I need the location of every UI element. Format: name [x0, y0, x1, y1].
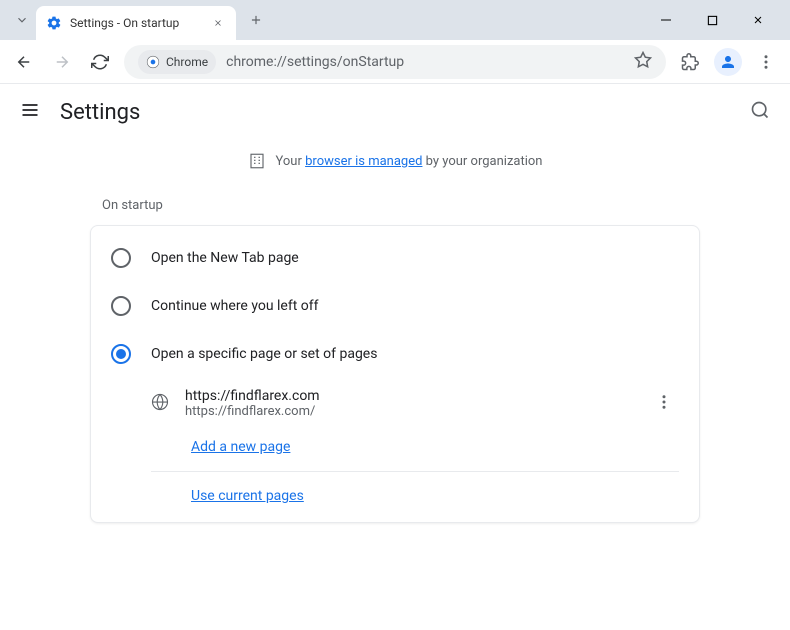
window-titlebar: Settings - On startup	[0, 0, 790, 40]
profile-button[interactable]	[714, 48, 742, 76]
close-window-button[interactable]	[744, 6, 772, 34]
chrome-menu-button[interactable]	[752, 48, 780, 76]
option-continue[interactable]: Continue where you left off	[91, 282, 699, 330]
radio-label: Open a specific page or set of pages	[151, 346, 377, 362]
managed-notice: Your browser is managed by your organiza…	[0, 140, 790, 182]
maximize-button[interactable]	[698, 6, 726, 34]
option-specific-pages[interactable]: Open a specific page or set of pages	[91, 330, 699, 378]
page-title: Settings	[60, 100, 140, 125]
startup-card: Open the New Tab page Continue where you…	[90, 225, 700, 523]
add-page-link[interactable]: Add a new page	[131, 429, 699, 465]
new-tab-button[interactable]	[242, 6, 270, 34]
page-item-menu-button[interactable]	[649, 393, 679, 415]
browser-tab[interactable]: Settings - On startup	[36, 6, 236, 40]
extensions-button[interactable]	[676, 48, 704, 76]
bookmark-star-icon[interactable]	[634, 51, 652, 73]
section-title: On startup	[90, 182, 700, 225]
minimize-button[interactable]	[652, 6, 680, 34]
radio-icon	[111, 296, 131, 316]
managed-suffix: by your organization	[422, 154, 542, 169]
back-button[interactable]	[10, 48, 38, 76]
person-icon	[719, 53, 737, 71]
managed-link[interactable]: browser is managed	[305, 154, 422, 169]
page-info: https://findflarex.com https://findflare…	[185, 388, 633, 419]
forward-button[interactable]	[48, 48, 76, 76]
settings-header: Settings	[0, 84, 790, 140]
address-bar[interactable]: Chrome chrome://settings/onStartup	[124, 45, 666, 79]
page-item-url: https://findflarex.com/	[185, 404, 633, 419]
globe-icon	[151, 393, 169, 415]
building-icon	[248, 152, 266, 170]
search-icon[interactable]	[750, 100, 770, 124]
tab-title: Settings - On startup	[70, 16, 202, 30]
chip-label: Chrome	[166, 55, 208, 69]
radio-label: Continue where you left off	[151, 298, 319, 314]
reload-button[interactable]	[86, 48, 114, 76]
radio-icon	[111, 344, 131, 364]
radio-label: Open the New Tab page	[151, 250, 299, 266]
close-icon[interactable]	[210, 15, 226, 31]
radio-icon	[111, 248, 131, 268]
gear-icon	[46, 15, 62, 31]
page-item-title: https://findflarex.com	[185, 388, 633, 404]
chrome-logo-icon	[146, 55, 160, 69]
tab-search-button[interactable]	[8, 6, 36, 34]
divider	[151, 471, 679, 472]
settings-content: On startup Open the New Tab page Continu…	[0, 182, 790, 523]
site-chip[interactable]: Chrome	[138, 50, 216, 74]
browser-toolbar: Chrome chrome://settings/onStartup	[0, 40, 790, 84]
url-text: chrome://settings/onStartup	[226, 54, 624, 70]
pages-list: https://findflarex.com https://findflare…	[91, 378, 699, 514]
menu-icon[interactable]	[20, 100, 40, 124]
use-current-pages-link[interactable]: Use current pages	[131, 478, 699, 514]
option-new-tab[interactable]: Open the New Tab page	[91, 234, 699, 282]
window-controls	[652, 6, 782, 34]
managed-prefix: Your	[276, 154, 306, 169]
page-list-item: https://findflarex.com https://findflare…	[131, 378, 699, 429]
